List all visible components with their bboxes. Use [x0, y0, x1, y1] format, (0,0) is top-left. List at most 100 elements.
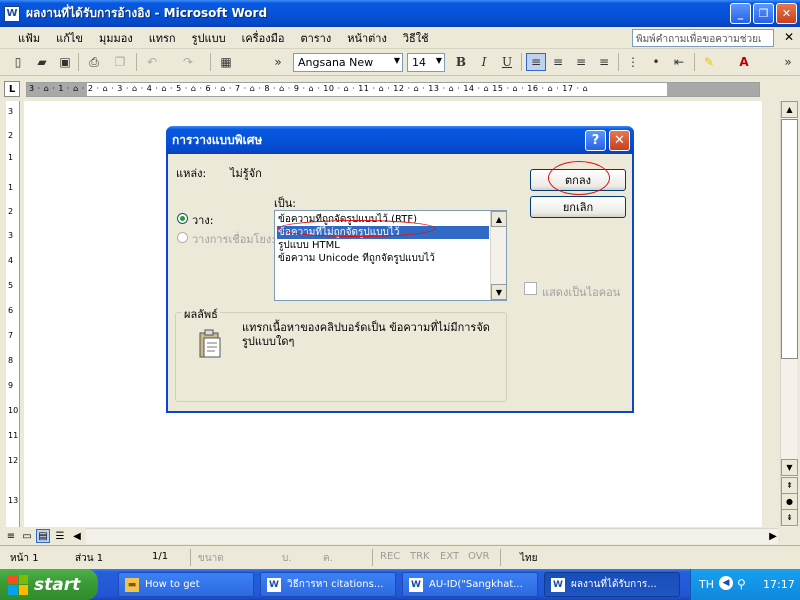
toolbar-overflow-icon[interactable]: » [778, 53, 798, 71]
web-layout-view-icon[interactable]: ▭ [20, 529, 34, 543]
select-browse-object-icon[interactable]: ● [781, 493, 798, 510]
task-au-id[interactable]: W AU-ID("Sangkhat... [402, 572, 538, 597]
ask-question-input[interactable]: พิมพ์คำถามเพื่อขอความช่วยเ [632, 29, 774, 47]
paste-special-dialog: การวางแบบพิเศษ ? ✕ แหล่ง: ไม่รู้จัก เป็น… [166, 126, 634, 413]
task-how-to-get[interactable]: ▬ How to get [118, 572, 254, 597]
chevron-down-icon[interactable]: ▼ [394, 56, 400, 65]
menu-window[interactable]: หน้าต่าง [339, 29, 395, 47]
window-controls: _ ❐ ✕ [730, 3, 797, 24]
listbox-scrollbar[interactable]: ▲ ▼ [490, 211, 507, 300]
show-as-icon-label[interactable]: แสดงเป็นไอคอน [542, 283, 620, 301]
new-document-icon[interactable]: ▯ [8, 53, 28, 71]
show-as-icon-checkbox[interactable] [524, 282, 537, 295]
maximize-button[interactable]: ❐ [753, 3, 774, 24]
align-left-icon[interactable]: ≡ [526, 53, 546, 71]
menu-table[interactable]: ตาราง [292, 29, 339, 47]
start-button[interactable]: start [0, 569, 98, 600]
normal-view-icon[interactable]: ≡ [4, 529, 18, 543]
task-active-document[interactable]: W ผลงานที่ได้รับการ... [544, 572, 680, 597]
vruler-number: 1 [8, 183, 14, 192]
close-document-icon[interactable]: ✕ [784, 30, 794, 44]
formatting-toolbar: ▯ ▰ ▣ ⎙ ❐ ↶ ↷ ▦ » Angsana New ▼ 14 ▼ B I… [0, 49, 800, 76]
scroll-down-icon[interactable]: ▼ [491, 284, 507, 300]
table-icon[interactable]: ▦ [216, 53, 236, 71]
vruler-number: 13 [8, 496, 19, 505]
previous-page-icon[interactable]: ⇞ [781, 477, 798, 494]
save-icon[interactable]: ▣ [55, 53, 75, 71]
vruler-number: 5 [8, 281, 14, 290]
horizontal-scrollbar[interactable] [86, 528, 778, 544]
close-button[interactable]: ✕ [776, 3, 797, 24]
menu-insert[interactable]: แทรก [141, 29, 184, 47]
list-item[interactable]: ข้อความที่ถูกจัดรูปแบบไว้ (RTF) [277, 213, 489, 226]
help-button[interactable]: ? [585, 130, 606, 151]
bullets-icon[interactable]: • [646, 53, 666, 71]
minimize-button[interactable]: _ [730, 3, 751, 24]
print-layout-view-icon[interactable]: ▤ [36, 529, 50, 543]
justify-icon[interactable]: ≡ [594, 53, 614, 71]
network-icon[interactable]: ⚲ [737, 577, 746, 591]
menu-view[interactable]: มุมมอง [91, 29, 141, 47]
align-center-icon[interactable]: ≡ [548, 53, 568, 71]
print-icon[interactable]: ⎙ [84, 53, 104, 71]
scroll-up-icon[interactable]: ▲ [781, 101, 798, 118]
ok-button[interactable]: ตกลง [530, 169, 626, 191]
folder-icon: ▬ [125, 577, 139, 592]
status-ext[interactable]: EXT [440, 551, 459, 562]
scroll-left-icon[interactable]: ◀ [70, 529, 84, 543]
dialog-titlebar[interactable]: การวางแบบพิเศษ ? ✕ [166, 126, 634, 154]
font-name-combo[interactable]: Angsana New ▼ [293, 53, 403, 72]
cancel-button[interactable]: ยกเลิก [530, 196, 626, 218]
status-rec[interactable]: REC [380, 551, 400, 562]
list-item-selected[interactable]: ข้อความที่ไม่ถูกจัดรูปแบบไว้ [277, 226, 489, 239]
underline-button[interactable]: U [497, 53, 517, 71]
language-indicator[interactable]: TH [699, 578, 714, 591]
word-icon: W [409, 577, 423, 592]
paste-link-label[interactable]: วางการเชื่อมโยง: [192, 230, 275, 248]
menu-file[interactable]: แฟ้ม [10, 29, 48, 47]
highlight-icon[interactable]: ✎ [699, 53, 719, 71]
scroll-right-icon[interactable]: ▶ [766, 529, 780, 543]
scroll-up-icon[interactable]: ▲ [491, 211, 507, 227]
align-right-icon[interactable]: ≡ [571, 53, 591, 71]
open-folder-icon[interactable]: ▰ [32, 53, 52, 71]
paste-radio[interactable] [177, 213, 188, 224]
clock[interactable]: 17:17 [763, 578, 795, 591]
italic-button[interactable]: I [474, 53, 494, 71]
as-format-listbox[interactable]: ข้อความที่ถูกจัดรูปแบบไว้ (RTF) ข้อความท… [274, 210, 507, 301]
numbering-icon[interactable]: ⋮ [623, 53, 643, 71]
chevron-left-icon[interactable]: ◀ [719, 576, 733, 590]
next-page-icon[interactable]: ⇟ [781, 509, 798, 526]
paste-link-radio[interactable] [177, 232, 188, 243]
status-ovr[interactable]: OVR [468, 551, 489, 562]
undo-icon[interactable]: ↶ [142, 53, 162, 71]
status-line: บ. [282, 553, 292, 564]
menu-edit[interactable]: แก้ไข [48, 29, 91, 47]
dialog-close-button[interactable]: ✕ [609, 130, 630, 151]
horizontal-ruler[interactable]: 3 · ⌂ · 1 · ⌂ · 2 · ⌂ · 3 · ⌂ · 4 · ⌂ · … [26, 82, 760, 97]
toolbar-overflow-icon[interactable]: » [268, 53, 288, 71]
copy-icon[interactable]: ❐ [110, 53, 130, 71]
chevron-down-icon[interactable]: ▼ [436, 56, 442, 65]
font-color-icon[interactable]: A [734, 53, 754, 71]
font-size-combo[interactable]: 14 ▼ [407, 53, 445, 72]
scroll-down-icon[interactable]: ▼ [781, 459, 798, 476]
source-value: ไม่รู้จัก [230, 167, 262, 180]
task-citations-doc[interactable]: W วิธีการหา citations... [260, 572, 396, 597]
menu-format[interactable]: รูปแบบ [184, 29, 234, 47]
vertical-scrollbar[interactable]: ▲ ▼ ⇞ ● ⇟ [780, 101, 798, 527]
window-titlebar[interactable]: W ผลงานที่ได้รับการอ้างอิง - Microsoft W… [0, 0, 800, 27]
scroll-thumb[interactable] [781, 119, 798, 359]
redo-icon[interactable]: ↷ [178, 53, 198, 71]
bold-button[interactable]: B [451, 53, 471, 71]
menu-help[interactable]: วิธีใช้ [395, 29, 437, 47]
decrease-indent-icon[interactable]: ⇤ [669, 53, 689, 71]
menu-tools[interactable]: เครื่องมือ [234, 29, 293, 47]
word-app-icon[interactable]: W [4, 5, 20, 22]
list-item[interactable]: รูปแบบ HTML [277, 239, 489, 252]
outline-view-icon[interactable]: ☰ [53, 529, 67, 543]
list-item[interactable]: ข้อความ Unicode ที่ถูกจัดรูปแบบไว้ [277, 252, 489, 265]
status-trk[interactable]: TRK [410, 551, 430, 562]
tab-selector[interactable]: L [4, 81, 20, 97]
paste-label[interactable]: วาง: [192, 211, 213, 229]
